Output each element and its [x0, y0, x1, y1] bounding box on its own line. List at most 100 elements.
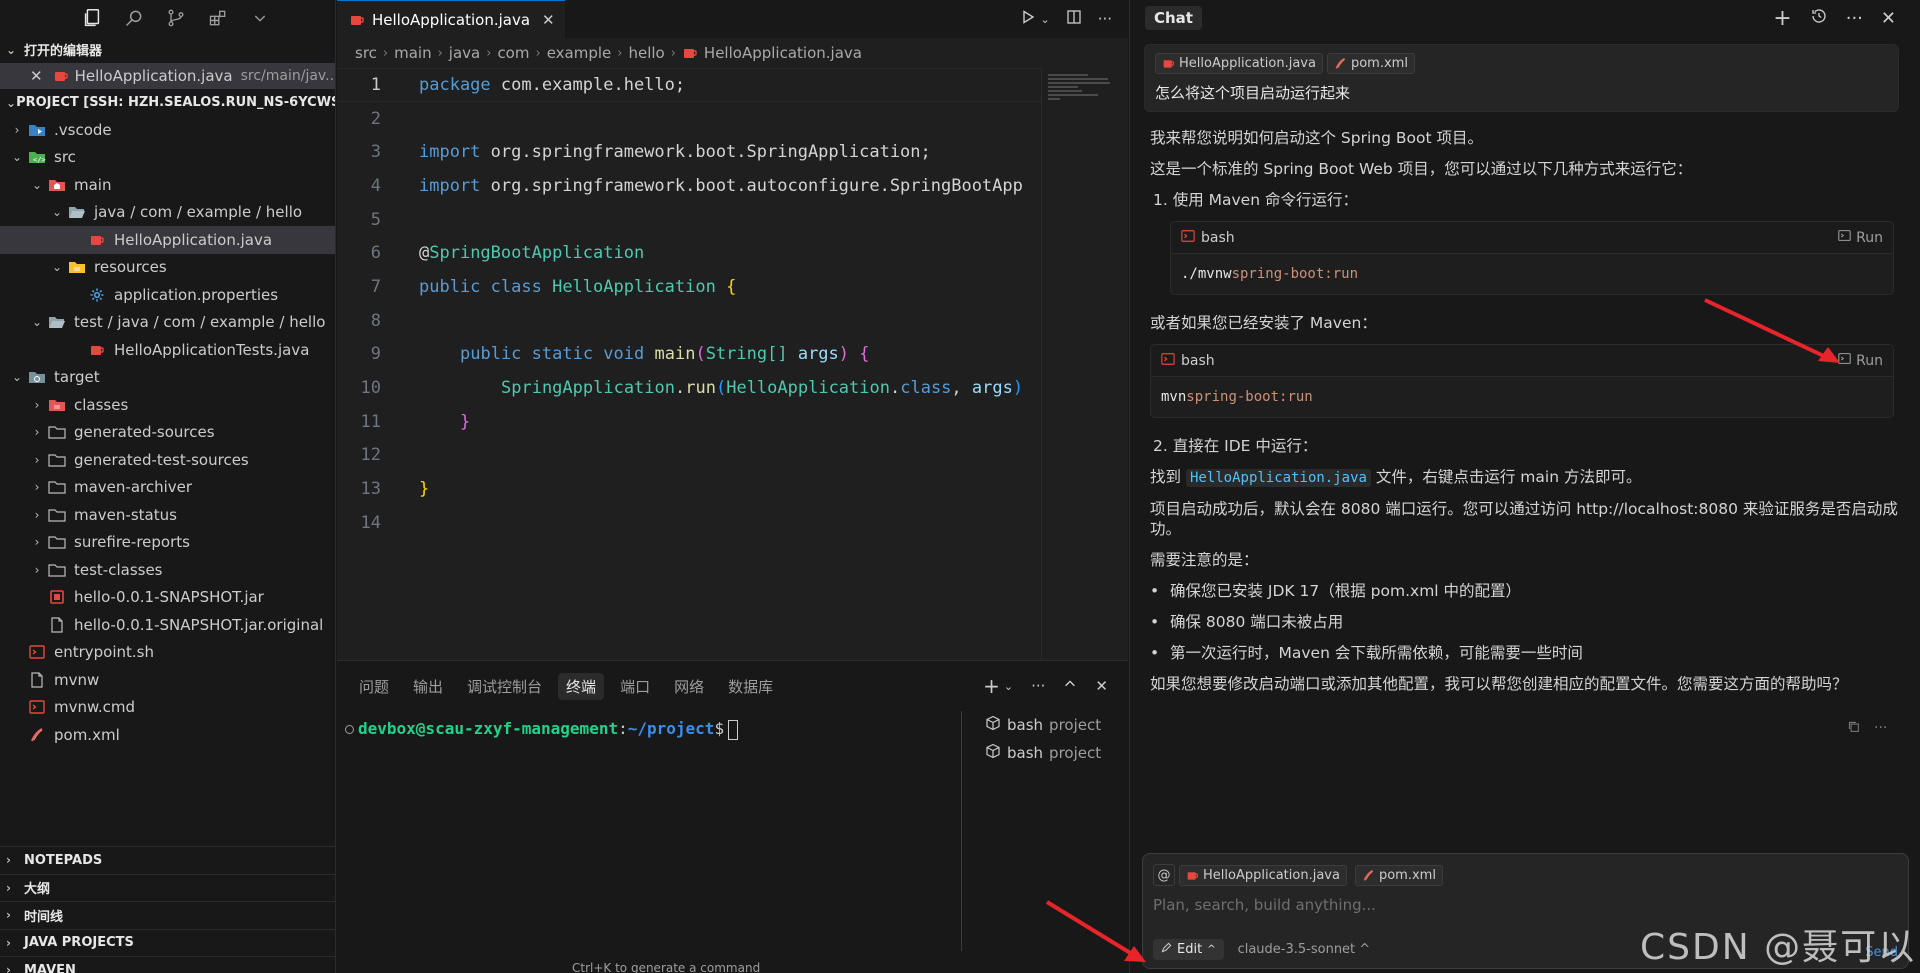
tree-item[interactable]: entrypoint.sh [0, 639, 335, 667]
user-message[interactable]: HelloApplication.java pom.xml 怎么将这个项目启动运行… [1144, 44, 1899, 112]
panel-tab[interactable]: 输出 [405, 673, 451, 700]
chevron-down-icon[interactable] [248, 6, 272, 30]
extensions-icon[interactable] [206, 6, 230, 30]
tree-item[interactable]: › surefire-reports [0, 529, 335, 557]
panel-tab[interactable]: 端口 [612, 673, 658, 700]
more-icon[interactable]: ··· [1874, 720, 1887, 737]
context-chip[interactable]: HelloApplication.java [1179, 864, 1347, 886]
inline-code-filename[interactable]: HelloApplication.java [1185, 469, 1371, 487]
run-button[interactable]: Run [1838, 229, 1883, 246]
chevron-right-icon[interactable]: › [28, 480, 46, 494]
mode-selector[interactable]: Edit ^ [1153, 939, 1224, 960]
open-editors-header[interactable]: ⌄ 打开的编辑器 [0, 36, 335, 63]
tree-item[interactable]: pom.xml [0, 721, 335, 749]
chevron-down-icon[interactable]: ⌄ [1040, 13, 1049, 26]
tree-item[interactable]: › .vscode [0, 116, 335, 144]
chat-title[interactable]: Chat [1145, 6, 1202, 30]
chevron-down-icon[interactable]: ⌄ [1004, 680, 1013, 693]
code-block-body[interactable]: mvn spring-boot:run [1151, 377, 1893, 417]
chevron-right-icon[interactable]: › [28, 425, 46, 439]
code-block-body[interactable]: ./mvnw spring-boot:run [1171, 254, 1893, 294]
tree-item[interactable]: ⌄ target [0, 364, 335, 392]
chevron-down-icon[interactable]: ⌄ [48, 260, 66, 274]
terminal-list-item[interactable]: bash project [985, 711, 1128, 739]
chevron-right-icon[interactable]: › [8, 123, 26, 137]
more-icon[interactable]: ··· [1846, 8, 1863, 29]
context-chip[interactable]: pom.xml [1354, 864, 1443, 886]
tree-item[interactable]: › generated-sources [0, 419, 335, 447]
sidebar-section-header[interactable]: › MAVEN [0, 956, 336, 973]
sidebar-section-header[interactable]: › JAVA PROJECTS [0, 928, 336, 957]
chevron-right-icon[interactable]: › [28, 398, 46, 412]
terminal-scrollbar[interactable] [961, 711, 962, 951]
chevron-down-icon[interactable]: ⌄ [8, 150, 26, 164]
at-mention-icon[interactable]: @ [1153, 864, 1175, 886]
tree-item[interactable]: hello-0.0.1-SNAPSHOT.jar.original [0, 611, 335, 639]
more-icon[interactable]: ··· [1098, 10, 1112, 28]
tree-item[interactable]: application.properties [0, 281, 335, 309]
terminal[interactable]: devbox@scau-zxyf-management:~/project$ [337, 711, 961, 973]
context-chip[interactable]: pom.xml [1326, 53, 1415, 74]
sidebar-section-header[interactable]: › 大纲 [0, 873, 336, 902]
tree-item[interactable]: › maven-archiver [0, 474, 335, 502]
open-editor-item[interactable]: ✕ HelloApplication.java src/main/jav... [0, 63, 335, 89]
tree-item[interactable]: ⌄ resources [0, 254, 335, 282]
chevron-right-icon[interactable]: › [28, 508, 46, 522]
source-control-icon[interactable] [164, 6, 188, 30]
chevron-down-icon[interactable]: ⌄ [28, 315, 46, 329]
breadcrumb-segment[interactable]: src [355, 44, 377, 62]
plus-icon[interactable]: + [1773, 6, 1791, 31]
tree-item[interactable]: ⌄ </> src [0, 144, 335, 172]
panel-tab[interactable]: 数据库 [720, 673, 781, 700]
search-icon[interactable] [122, 6, 146, 30]
close-icon[interactable]: ✕ [1881, 8, 1896, 29]
run-icon[interactable] [1020, 9, 1036, 29]
close-icon[interactable]: ✕ [542, 11, 555, 29]
panel-tab[interactable]: 调试控制台 [459, 673, 550, 700]
history-icon[interactable] [1810, 7, 1828, 30]
context-chip[interactable]: HelloApplication.java [1155, 53, 1323, 74]
breadcrumb-segment[interactable]: hello [628, 44, 664, 62]
breadcrumb-segment[interactable]: example [547, 44, 612, 62]
model-selector[interactable]: claude-3.5-sonnet ^ [1238, 942, 1371, 957]
chevron-right-icon[interactable]: › [28, 563, 46, 577]
plus-icon[interactable]: + [983, 674, 1000, 698]
copy-icon[interactable] [1847, 720, 1860, 737]
close-icon[interactable]: ✕ [30, 67, 43, 85]
tree-item[interactable]: mvnw.cmd [0, 694, 335, 722]
split-editor-icon[interactable] [1066, 9, 1082, 29]
tree-item[interactable]: › maven-status [0, 501, 335, 529]
chevron-down-icon[interactable]: ⌄ [48, 205, 66, 219]
breadcrumb-segment[interactable]: java [449, 44, 480, 62]
chevron-down-icon[interactable]: ⌄ [8, 370, 26, 384]
chevron-down-icon[interactable]: ⌄ [28, 178, 46, 192]
project-header[interactable]: ⌄ PROJECT [SSH: HZH.SEALOS.RUN_NS-6YCWS.… [0, 89, 335, 116]
tab-hello-application[interactable]: HelloApplication.java ✕ [337, 0, 565, 38]
tree-item[interactable]: hello-0.0.1-SNAPSHOT.jar [0, 584, 335, 612]
breadcrumb-segment[interactable]: com [497, 44, 529, 62]
tree-item[interactable]: › classes [0, 391, 335, 419]
tree-item[interactable]: HelloApplication.java [0, 226, 335, 254]
more-icon[interactable]: ··· [1031, 677, 1045, 695]
breadcrumb-segment[interactable]: HelloApplication.java [704, 44, 862, 62]
code-area[interactable]: 1 package com.example.hello; 2 3 import … [337, 68, 1041, 660]
panel-tab[interactable]: 问题 [351, 673, 397, 700]
chevron-right-icon[interactable]: › [28, 453, 46, 467]
tree-item[interactable]: mvnw [0, 666, 335, 694]
tree-item[interactable]: › test-classes [0, 556, 335, 584]
terminal-list-item[interactable]: bash project [985, 739, 1128, 767]
chevron-up-icon[interactable] [1063, 677, 1077, 695]
breadcrumb-segment[interactable]: main [394, 44, 431, 62]
tree-item[interactable]: ⌄ java / com / example / hello [0, 199, 335, 227]
tree-item[interactable]: ⌄ test / java / com / example / hello [0, 309, 335, 337]
tree-item[interactable]: HelloApplicationTests.java [0, 336, 335, 364]
close-icon[interactable]: ✕ [1095, 677, 1108, 695]
sidebar-section-header[interactable]: › 时间线 [0, 901, 336, 929]
sidebar-section-header[interactable]: › NOTEPADS [0, 846, 336, 874]
panel-tab[interactable]: 终端 [558, 672, 605, 700]
tree-item[interactable]: ⌄ main [0, 171, 335, 199]
chevron-right-icon[interactable]: › [28, 535, 46, 549]
tree-item[interactable]: › generated-test-sources [0, 446, 335, 474]
files-icon[interactable] [80, 6, 104, 30]
panel-tab[interactable]: 网络 [666, 673, 712, 700]
